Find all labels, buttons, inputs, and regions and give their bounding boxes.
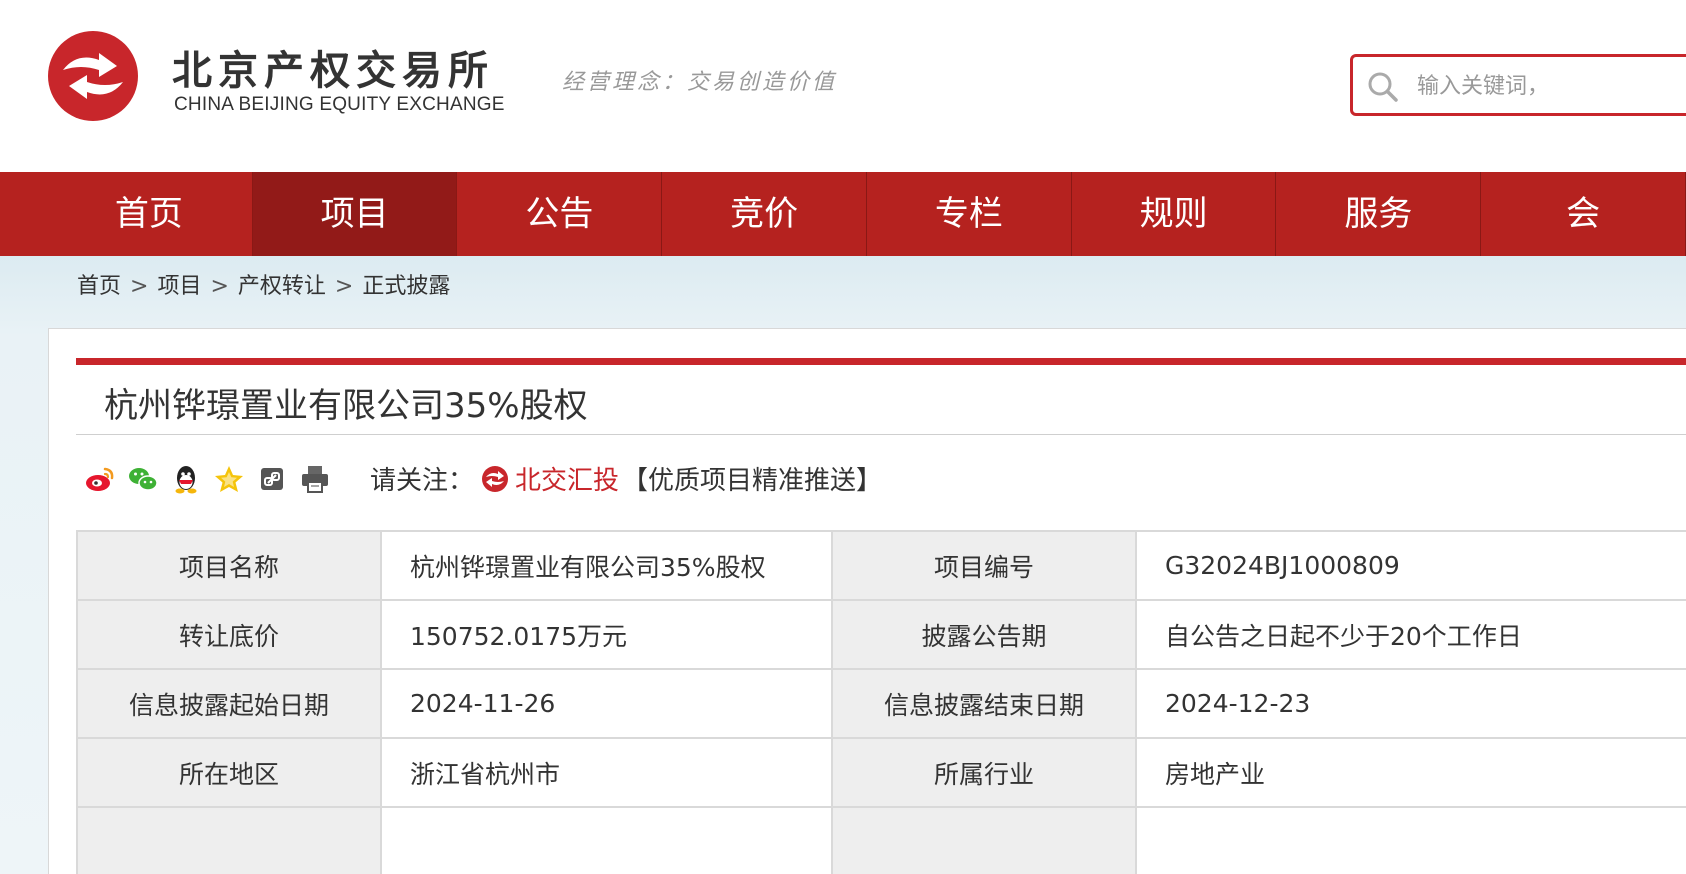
follow-tagline: 【优质项目精准推送】 <box>622 466 883 496</box>
follow-brand-link[interactable]: 北交汇投 <box>515 460 619 497</box>
nav-item-projects[interactable]: 项目 <box>252 172 458 256</box>
field-label <box>831 806 1137 874</box>
field-value: 2024-12-23 <box>1135 668 1686 739</box>
breadcrumb: 首页 > 项目 > 产权转让 > 正式披露 <box>77 268 450 300</box>
table-row: 信息披露起始日期 2024-11-26 信息披露结束日期 2024-12-23 <box>76 668 1686 739</box>
breadcrumb-separator: > <box>130 274 149 299</box>
share-bar <box>84 462 342 496</box>
nav-item-members[interactable]: 会 <box>1481 172 1686 256</box>
field-value <box>380 806 833 874</box>
title-accent-bar <box>76 358 1686 365</box>
title-divider <box>76 434 1686 435</box>
nav-item-announcements[interactable]: 公告 <box>457 172 663 256</box>
field-label: 信息披露起始日期 <box>76 668 382 739</box>
qq-icon[interactable] <box>170 463 202 495</box>
field-label: 所属行业 <box>831 737 1137 808</box>
breadcrumb-separator: > <box>334 274 354 299</box>
field-value: 房地产业 <box>1135 737 1686 808</box>
favorite-star-icon[interactable] <box>213 463 245 495</box>
table-row: 所在地区 浙江省杭州市 所属行业 房地产业 <box>76 737 1686 808</box>
search-icon[interactable] <box>1367 71 1399 103</box>
table-row: 转让底价 150752.0175万元 披露公告期 自公告之日起不少于20个工作日 <box>76 599 1686 670</box>
exchange-logo-icon[interactable] <box>47 30 139 122</box>
field-value <box>1135 806 1686 874</box>
project-title: 杭州铧璟置业有限公司35%股权 <box>104 386 588 426</box>
weibo-icon[interactable] <box>84 463 116 495</box>
field-label: 所在地区 <box>76 737 382 808</box>
site-name-cn[interactable]: 北京产权交易所 <box>172 38 494 96</box>
field-value: 浙江省杭州市 <box>380 737 833 808</box>
field-value: G32024BJ1000809 <box>1135 530 1686 601</box>
nav-item-services[interactable]: 服务 <box>1276 172 1482 256</box>
breadcrumb-projects[interactable]: 项目 <box>157 274 201 299</box>
site-header: 北京产权交易所 CHINA BEIJING EQUITY EXCHANGE 经营… <box>0 0 1686 172</box>
breadcrumb-equity-transfer[interactable]: 产权转让 <box>238 274 326 299</box>
field-label: 项目名称 <box>76 530 382 601</box>
print-icon[interactable] <box>299 463 331 495</box>
nav-item-columns[interactable]: 专栏 <box>867 172 1072 256</box>
field-value: 150752.0175万元 <box>380 599 833 670</box>
field-label: 信息披露结束日期 <box>831 668 1137 739</box>
site-slogan: 经营理念：交易创造价值 <box>562 70 838 95</box>
wechat-icon[interactable] <box>127 463 159 495</box>
follow-label: 请关注： <box>370 466 475 496</box>
search-input[interactable] <box>1417 67 1686 105</box>
field-label: 转让底价 <box>76 599 382 670</box>
breadcrumb-current: 正式披露 <box>362 274 451 299</box>
site-name-en[interactable]: CHINA BEIJING EQUITY EXCHANGE <box>174 94 505 116</box>
field-value: 自公告之日起不少于20个工作日 <box>1135 599 1686 670</box>
field-label <box>76 806 382 874</box>
table-row <box>76 806 1686 874</box>
breadcrumb-home[interactable]: 首页 <box>77 274 121 299</box>
field-value: 2024-11-26 <box>380 668 833 739</box>
field-label: 项目编号 <box>831 530 1137 601</box>
breadcrumb-separator: > <box>210 274 229 299</box>
table-row: 项目名称 杭州铧璟置业有限公司35%股权 项目编号 G32024BJ100080… <box>76 530 1686 601</box>
nav-item-bidding[interactable]: 竞价 <box>662 172 867 256</box>
nav-item-home[interactable]: 首页 <box>0 172 253 256</box>
field-label: 披露公告期 <box>831 599 1137 670</box>
main-nav: 首页 项目 公告 竞价 专栏 规则 服务 会 <box>0 172 1686 256</box>
bjhtou-logo-icon[interactable] <box>481 465 509 493</box>
field-value: 杭州铧璟置业有限公司35%股权 <box>380 530 833 601</box>
search-box[interactable] <box>1350 54 1686 116</box>
nav-item-rules[interactable]: 规则 <box>1072 172 1277 256</box>
project-info-table: 项目名称 杭州铧璟置业有限公司35%股权 项目编号 G32024BJ100080… <box>76 530 1686 874</box>
copy-link-icon[interactable] <box>256 463 288 495</box>
